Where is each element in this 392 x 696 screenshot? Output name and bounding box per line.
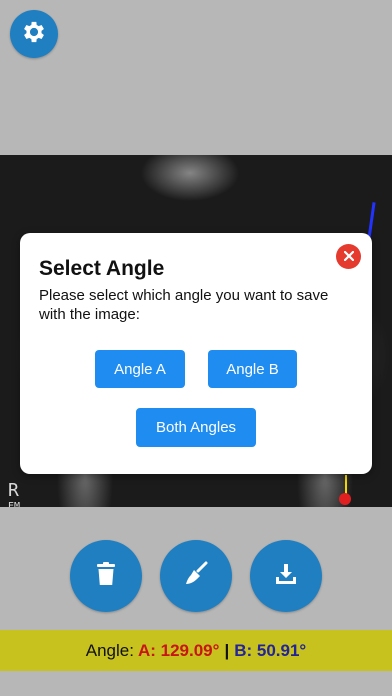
angle-a-button[interactable]: Angle A — [95, 350, 185, 388]
select-angle-dialog: Select Angle Please select which angle y… — [20, 233, 372, 474]
angle-status-bar: Angle: A: 129.09° | B: 50.91° — [0, 630, 392, 671]
clear-button[interactable] — [160, 540, 232, 612]
delete-button[interactable] — [70, 540, 142, 612]
angle-b-value: B: 50.91° — [234, 640, 307, 660]
save-button[interactable] — [250, 540, 322, 612]
settings-button[interactable] — [10, 10, 58, 58]
angle-b-button[interactable]: Angle B — [208, 350, 297, 388]
bottom-strip — [0, 671, 392, 696]
dialog-message: Please select which angle you want to sa… — [39, 287, 329, 323]
angle-vertex-handle[interactable] — [339, 493, 351, 505]
download-icon — [274, 562, 298, 591]
trash-icon — [95, 561, 117, 591]
close-icon — [343, 248, 354, 266]
gear-icon — [20, 18, 48, 51]
both-angles-button[interactable]: Both Angles — [136, 408, 256, 447]
dialog-title: Select Angle — [39, 257, 165, 280]
close-button[interactable] — [336, 244, 361, 269]
angle-a-value: A: 129.09° — [137, 640, 220, 660]
broom-icon — [183, 561, 209, 592]
status-label: Angle: — [85, 640, 134, 660]
xray-side-marker: R EM — [8, 480, 21, 508]
status-separator: | — [224, 640, 230, 660]
